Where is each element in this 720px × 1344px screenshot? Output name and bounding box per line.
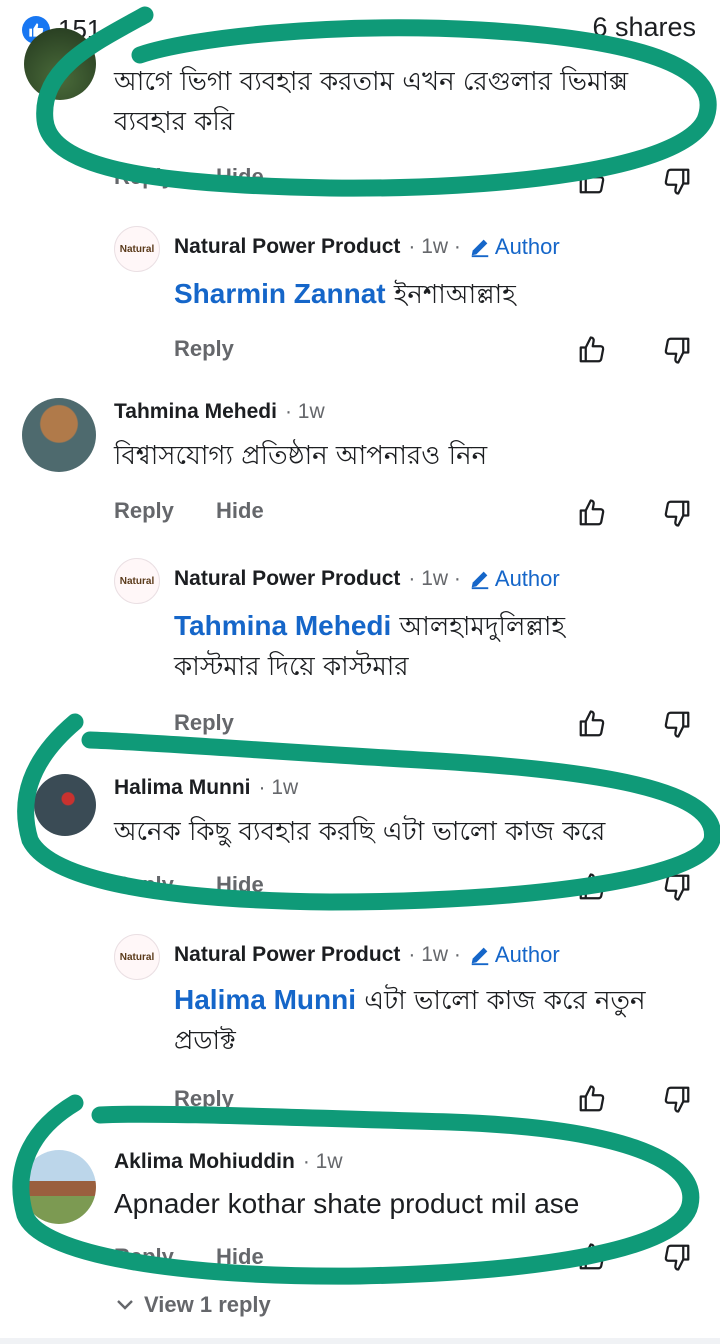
- thumbs-down-icon[interactable]: [660, 164, 694, 198]
- commenter-name[interactable]: Natural Power Product: [174, 567, 400, 591]
- thumbs-down-icon[interactable]: [660, 707, 694, 741]
- thumbs-up-icon[interactable]: [575, 164, 609, 198]
- avatar[interactable]: [34, 774, 96, 836]
- comment-header: Natural Power Product · 1w · Author: [174, 566, 560, 592]
- comment-time: · 1w ·: [408, 235, 461, 258]
- avatar[interactable]: [22, 398, 96, 472]
- comment-text: Halima Munni এটা ভালো কাজ করে নতুন প্রডা…: [174, 980, 694, 1061]
- hide-button[interactable]: Hide: [216, 164, 264, 190]
- avatar[interactable]: [24, 28, 96, 100]
- author-badge: Author: [469, 942, 560, 968]
- thumbs-down-icon[interactable]: [660, 870, 694, 904]
- comment-header: Halima Munni · 1w: [114, 776, 298, 800]
- reply-button[interactable]: Reply: [114, 164, 174, 190]
- thumbs-down-icon[interactable]: [660, 333, 694, 367]
- author-label: Author: [494, 942, 560, 967]
- shares-count[interactable]: 6 shares: [592, 12, 696, 43]
- logo-text: Natural: [119, 243, 155, 255]
- thumbs-up-icon[interactable]: [575, 1082, 609, 1116]
- reply-button[interactable]: Reply: [174, 1086, 234, 1112]
- author-badge: Author: [469, 566, 560, 592]
- mention-link[interactable]: Sharmin Zannat: [174, 278, 386, 309]
- logo-text: Natural: [119, 575, 155, 587]
- comment-text: আগে ভিগা ব্যবহার করতাম এখন রেগুলার ভিমাক…: [114, 67, 629, 137]
- thumbs-down-icon[interactable]: [660, 1240, 694, 1274]
- commenter-name[interactable]: Aklima Mohiuddin: [114, 1150, 295, 1174]
- divider: [0, 1338, 720, 1344]
- logo-text: Natural: [119, 951, 155, 963]
- view-replies-button[interactable]: View 1 reply: [116, 1292, 271, 1318]
- hide-button[interactable]: Hide: [216, 1244, 264, 1270]
- comment-header: Tahmina Mehedi · 1w: [114, 400, 325, 424]
- comment-text: Tahmina Mehedi আলহামদুলিল্লাহ কাস্টমার দ…: [174, 606, 654, 687]
- page-logo-avatar[interactable]: Natural: [114, 934, 160, 980]
- comment-time: · 1w: [258, 776, 299, 799]
- author-label: Author: [494, 566, 560, 591]
- thumbs-up-icon[interactable]: [575, 707, 609, 741]
- comment-text: বিশ্বাসযোগ্য প্রতিষ্ঠান আপনারও নিন: [114, 441, 488, 471]
- hide-button[interactable]: Hide: [216, 498, 264, 524]
- commenter-name[interactable]: Natural Power Product: [174, 235, 400, 259]
- reply-button[interactable]: Reply: [114, 872, 174, 898]
- author-label: Author: [494, 234, 560, 259]
- comment-text: Apnader kothar shate product mil ase: [114, 1188, 580, 1219]
- reply-button[interactable]: Reply: [174, 710, 234, 736]
- comment-time: · 1w: [302, 1150, 343, 1173]
- reply-button[interactable]: Reply: [114, 1244, 174, 1270]
- hide-button[interactable]: Hide: [216, 872, 264, 898]
- chevron-down-icon: [117, 1300, 133, 1310]
- thumbs-down-icon[interactable]: [660, 1082, 694, 1116]
- reply-button[interactable]: Reply: [174, 336, 234, 362]
- comment-body: ইনশাআল্লাহ: [385, 280, 516, 310]
- comment-text: অনেক কিছু ব্যবহার করছি এটা ভালো কাজ করে: [114, 817, 606, 847]
- thumbs-up-icon[interactable]: [575, 1240, 609, 1274]
- comment-header: Natural Power Product · 1w · Author: [174, 942, 560, 968]
- pencil-icon: [471, 239, 489, 258]
- pencil-icon: [471, 571, 489, 590]
- thumbs-up-icon[interactable]: [575, 870, 609, 904]
- commenter-name[interactable]: Natural Power Product: [174, 943, 400, 967]
- comment-header: Aklima Mohiuddin · 1w: [114, 1150, 343, 1174]
- comment-time: · 1w ·: [408, 943, 461, 966]
- thumbs-down-icon[interactable]: [660, 496, 694, 530]
- reply-button[interactable]: Reply: [114, 498, 174, 524]
- comment-header: Natural Power Product · 1w · Author: [174, 234, 560, 260]
- mention-link[interactable]: Halima Munni: [174, 984, 356, 1015]
- page-logo-avatar[interactable]: Natural: [114, 558, 160, 604]
- comment-text: Sharmin Zannat ইনশাআল্লাহ: [174, 274, 684, 315]
- avatar[interactable]: [22, 1150, 96, 1224]
- mention-link[interactable]: Tahmina Mehedi: [174, 610, 391, 641]
- commenter-name[interactable]: Tahmina Mehedi: [114, 400, 277, 424]
- comment-time: · 1w: [284, 400, 325, 423]
- thumbs-up-icon[interactable]: [575, 496, 609, 530]
- comment-time: · 1w ·: [408, 567, 461, 590]
- page-logo-avatar[interactable]: Natural: [114, 226, 160, 272]
- pencil-icon: [471, 947, 489, 966]
- author-badge: Author: [469, 234, 560, 260]
- commenter-name[interactable]: Halima Munni: [114, 776, 251, 800]
- view-replies-label: View 1 reply: [144, 1292, 271, 1317]
- thumbs-up-icon[interactable]: [575, 333, 609, 367]
